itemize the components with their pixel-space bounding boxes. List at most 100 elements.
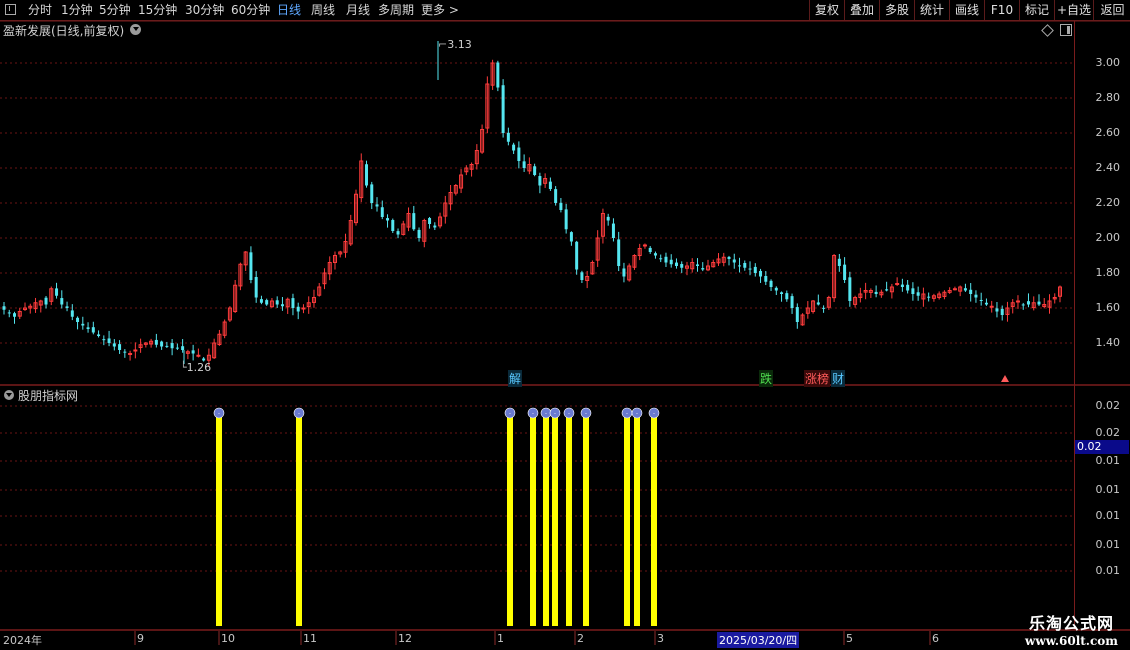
signal-bar	[583, 412, 589, 626]
candlesticks	[2, 41, 1062, 368]
candle-body	[1026, 301, 1030, 305]
candle-body	[70, 310, 74, 317]
date-tick-label: 11	[303, 632, 317, 645]
candle-body	[785, 293, 789, 300]
indicator-tick-label: 0.02	[1095, 426, 1121, 439]
event-marker-zhangbang[interactable]: 涨榜	[804, 370, 831, 387]
candle-body	[291, 298, 295, 308]
candle-body	[659, 258, 663, 260]
candle-body	[648, 247, 652, 252]
candle-body	[118, 344, 122, 350]
candle-body	[375, 204, 379, 207]
date-tick-label: 12	[398, 632, 412, 645]
candle-body	[386, 218, 390, 221]
candle-body	[952, 288, 957, 291]
candle-body	[249, 252, 253, 280]
candle-body	[191, 350, 195, 354]
candle-body	[837, 258, 841, 266]
signal-bar	[543, 412, 549, 626]
candle-body	[963, 288, 967, 291]
candle-body	[927, 296, 931, 298]
price-tick-label: 2.40	[1095, 161, 1121, 174]
date-tick-label: 2	[577, 632, 584, 645]
candle-body	[265, 300, 269, 305]
candle-body	[107, 338, 111, 343]
indicator-tick-label: 0.02	[1095, 399, 1121, 412]
candle-body	[653, 253, 657, 256]
candle-body	[512, 144, 516, 151]
signal-bar	[530, 412, 536, 626]
candle-body	[874, 291, 878, 294]
signal-dot-glyph: ·	[532, 410, 534, 418]
candle-body	[97, 334, 101, 336]
candle-body	[795, 307, 799, 322]
candle-body	[175, 347, 179, 349]
date-tick-label: 3	[657, 632, 664, 645]
candle-body	[969, 289, 973, 294]
candle-body	[165, 345, 169, 347]
signal-dot-glyph: ·	[509, 410, 511, 418]
date-tick-label: 9	[137, 632, 144, 645]
signal-bar	[634, 412, 640, 626]
candle-body	[2, 306, 6, 310]
price-tick-label: 1.40	[1095, 336, 1121, 349]
event-marker-jie[interactable]: 解	[508, 370, 523, 387]
candle-body	[365, 164, 369, 186]
candle-body	[44, 297, 48, 305]
candle-body	[91, 327, 95, 333]
candle-body	[680, 264, 684, 268]
candle-body	[123, 351, 127, 353]
candle-body	[748, 268, 752, 270]
candle-body	[769, 280, 773, 287]
event-marker-cai[interactable]: 财	[831, 370, 846, 387]
candle-body	[412, 213, 416, 230]
candle-body	[259, 299, 263, 303]
candle-body	[759, 270, 763, 277]
candle-body	[995, 308, 999, 312]
price-tick-label: 2.80	[1095, 91, 1121, 104]
signal-bar	[566, 412, 572, 626]
candle-body	[606, 216, 610, 221]
signal-dot-glyph: ·	[554, 410, 556, 418]
signal-dot-glyph: ·	[568, 410, 570, 418]
candle-body	[380, 207, 384, 217]
candle-body	[916, 292, 920, 296]
candle-body	[254, 276, 258, 298]
candle-body	[911, 288, 915, 294]
signal-dot-glyph: ·	[585, 410, 587, 418]
signal-bar	[651, 412, 657, 626]
grid-lines	[0, 62, 1074, 572]
candle-body	[764, 275, 768, 282]
watermark: 乐淘公式网 www.60lt.com	[1025, 610, 1118, 648]
candle-body	[433, 225, 437, 228]
candle-body	[296, 306, 300, 312]
date-tick-label: 6	[932, 632, 939, 645]
signal-bar	[296, 412, 302, 626]
candle-body	[13, 313, 17, 317]
candle-body	[548, 181, 552, 189]
event-marker-die[interactable]: 跌	[759, 370, 774, 387]
candle-body	[575, 241, 579, 270]
signal-dot-glyph: ·	[545, 410, 547, 418]
candle-body	[1037, 301, 1041, 305]
candle-body	[554, 189, 558, 203]
candle-body	[275, 300, 279, 305]
candle-body	[743, 262, 747, 268]
candle-body	[133, 349, 138, 352]
candle-body	[538, 176, 542, 186]
date-tick-label: 1	[497, 632, 504, 645]
candle-body	[984, 302, 988, 305]
candle-body	[669, 259, 673, 265]
candle-body	[154, 339, 158, 345]
candle-body	[301, 307, 306, 310]
candle-body	[128, 353, 133, 355]
up-triangle-icon[interactable]	[1001, 375, 1009, 382]
indicator-tick-label: 0.01	[1095, 483, 1121, 496]
candle-body	[417, 229, 421, 238]
date-tick-label: 10	[221, 632, 235, 645]
candle-body	[76, 317, 80, 322]
candle-body	[822, 307, 826, 309]
candle-body	[55, 288, 59, 296]
candle-body	[816, 302, 820, 305]
candle-body	[774, 287, 778, 291]
